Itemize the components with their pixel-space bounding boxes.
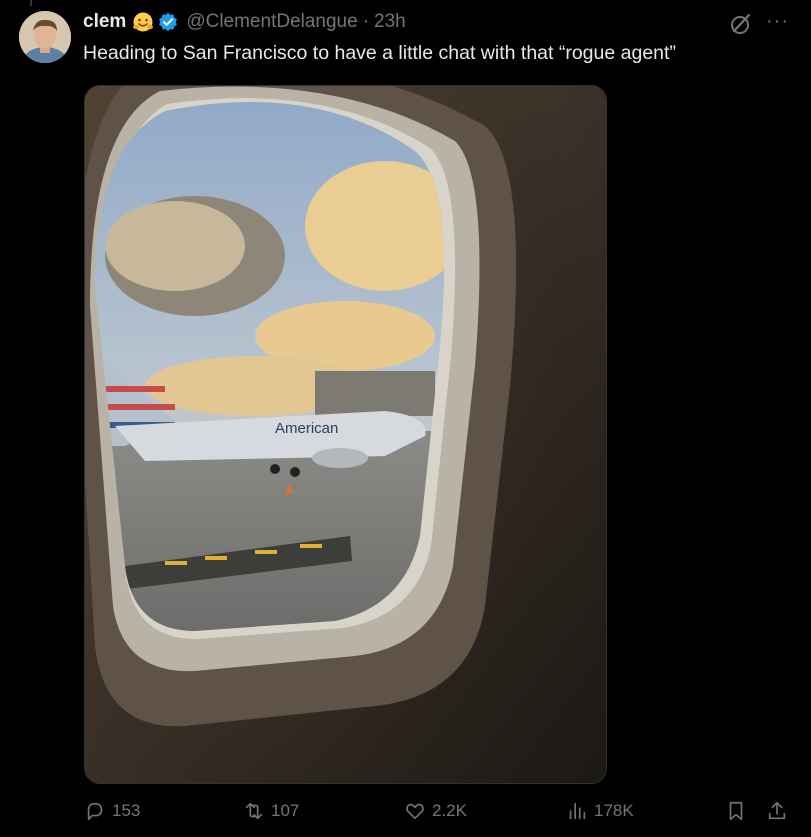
repost-button[interactable]: 107 — [243, 800, 299, 822]
grok-icon[interactable] — [729, 12, 753, 41]
tweet-actions: 153 107 2.2K 178K — [0, 800, 811, 830]
separator-dot: · — [362, 11, 370, 32]
view-count: 178K — [594, 801, 634, 820]
timestamp[interactable]: 23h — [374, 11, 406, 33]
airline-livery-text: American — [275, 420, 338, 437]
hugging-face-emoji — [132, 11, 154, 33]
share-icon — [768, 801, 786, 820]
author-name[interactable]: clem — [83, 11, 126, 33]
views-icon — [569, 802, 586, 820]
repost-count: 107 — [271, 801, 300, 820]
avatar-image — [19, 11, 71, 63]
airplane-window-photo: American — [85, 86, 606, 783]
tweet-photo[interactable]: American — [84, 85, 607, 784]
bookmark-button[interactable] — [725, 800, 753, 822]
verified-badge-icon[interactable] — [158, 12, 178, 32]
reply-icon — [87, 802, 103, 821]
share-button[interactable] — [766, 800, 794, 822]
tweet-header: clem @ClementDelangue · 23h — [83, 10, 406, 34]
like-icon — [406, 803, 424, 820]
like-count: 2.2K — [432, 801, 467, 820]
bookmark-icon — [729, 801, 743, 821]
like-button[interactable]: 2.2K — [404, 800, 467, 822]
thread-connector-line — [30, 0, 32, 6]
more-icon[interactable]: ··· — [766, 10, 789, 33]
author-handle[interactable]: @ClementDelangue — [186, 11, 357, 33]
repost-icon — [245, 802, 263, 820]
views-button[interactable]: 178K — [566, 800, 634, 822]
tweet-text: Heading to San Francisco to have a littl… — [83, 42, 676, 64]
reply-count: 153 — [112, 801, 141, 820]
avatar[interactable] — [19, 11, 71, 63]
reply-button[interactable]: 153 — [84, 800, 140, 822]
